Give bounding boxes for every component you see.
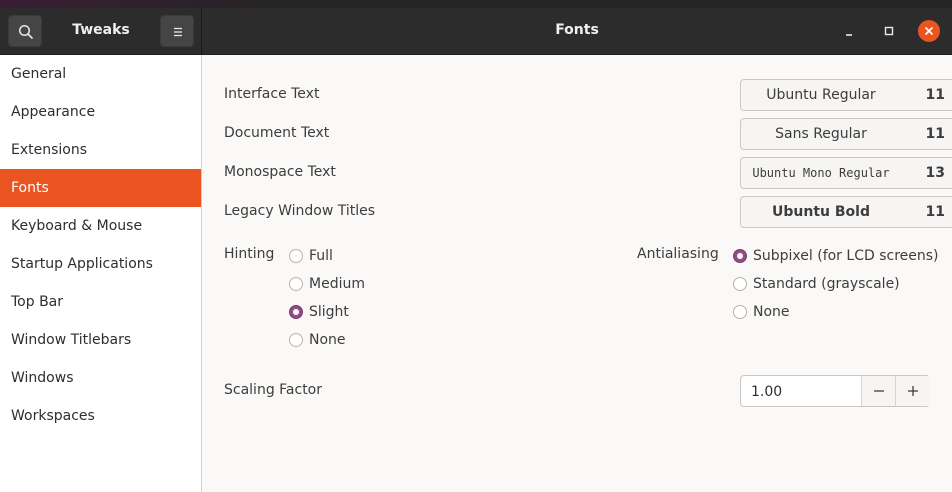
minimize-icon xyxy=(846,34,852,36)
interface-font-size: 11 xyxy=(925,87,945,103)
sidebar-item-top-bar[interactable]: Top Bar xyxy=(0,283,201,321)
header-sidebar-section: Tweaks xyxy=(0,8,202,54)
search-icon xyxy=(18,24,33,39)
maximize-icon xyxy=(884,26,894,36)
minimize-button[interactable] xyxy=(838,20,860,42)
radio-indicator-checked xyxy=(733,249,747,263)
scaling-factor-spinbutton xyxy=(740,375,930,407)
hinting-none-radio[interactable]: None xyxy=(289,332,346,348)
hinting-full-radio[interactable]: Full xyxy=(289,248,333,264)
document-font-name: Sans Regular xyxy=(775,126,867,142)
search-button[interactable] xyxy=(8,15,42,47)
sidebar-item-fonts[interactable]: Fonts xyxy=(0,169,201,207)
legacy-font-size: 11 xyxy=(925,204,945,220)
radio-label: Standard (grayscale) xyxy=(753,276,900,292)
antialiasing-label: Antialiasing xyxy=(637,246,719,262)
radio-indicator xyxy=(289,277,303,291)
antialiasing-none-radio[interactable]: None xyxy=(733,304,790,320)
fonts-panel: Interface Text Ubuntu Regular 11 Documen… xyxy=(202,55,952,492)
hamburger-menu-icon xyxy=(174,27,182,37)
radio-indicator-checked xyxy=(289,305,303,319)
tweaks-window: Tweaks Fonts General Appearance Extensio… xyxy=(0,0,952,492)
radio-label: None xyxy=(753,304,790,320)
radio-indicator xyxy=(289,249,303,263)
legacy-font-button[interactable]: Ubuntu Bold 11 xyxy=(740,196,952,228)
radio-label: Slight xyxy=(309,304,349,320)
legacy-font-name: Ubuntu Bold xyxy=(772,204,870,220)
sidebar-item-extensions[interactable]: Extensions xyxy=(0,131,201,169)
interface-font-button[interactable]: Ubuntu Regular 11 xyxy=(740,79,952,111)
radio-label: Full xyxy=(309,248,333,264)
radio-indicator xyxy=(733,305,747,319)
radio-label: Medium xyxy=(309,276,365,292)
decrement-button[interactable] xyxy=(861,376,896,406)
sidebar-item-keyboard-mouse[interactable]: Keyboard & Mouse xyxy=(0,207,201,245)
document-font-size: 11 xyxy=(925,126,945,142)
close-icon xyxy=(924,26,934,36)
desktop-edge xyxy=(0,0,952,8)
radio-label: None xyxy=(309,332,346,348)
monospace-font-size: 13 xyxy=(925,165,945,181)
sidebar-item-workspaces[interactable]: Workspaces xyxy=(0,397,201,435)
sidebar-item-window-titlebars[interactable]: Window Titlebars xyxy=(0,321,201,359)
increment-button[interactable] xyxy=(895,376,930,406)
plus-icon xyxy=(908,386,918,396)
document-text-label: Document Text xyxy=(224,125,330,141)
antialiasing-standard-radio[interactable]: Standard (grayscale) xyxy=(733,276,900,292)
app-title: Tweaks xyxy=(72,22,130,38)
interface-font-name: Ubuntu Regular xyxy=(766,87,876,103)
scaling-factor-label: Scaling Factor xyxy=(224,382,323,398)
antialiasing-subpixel-radio[interactable]: Subpixel (for LCD screens) xyxy=(733,248,939,264)
monospace-font-button[interactable]: Ubuntu Mono Regular 13 xyxy=(740,157,952,189)
sidebar: General Appearance Extensions Fonts Keyb… xyxy=(0,55,202,492)
scaling-factor-input[interactable] xyxy=(749,381,853,403)
sidebar-item-startup-applications[interactable]: Startup Applications xyxy=(0,245,201,283)
monospace-font-name: Ubuntu Mono Regular xyxy=(752,166,890,180)
minus-icon xyxy=(874,390,884,392)
hinting-label: Hinting xyxy=(224,246,275,262)
sidebar-item-appearance[interactable]: Appearance xyxy=(0,93,201,131)
header-bar: Tweaks Fonts xyxy=(0,8,952,55)
legacy-titles-label: Legacy Window Titles xyxy=(224,203,376,219)
monospace-text-label: Monospace Text xyxy=(224,164,336,180)
radio-label: Subpixel (for LCD screens) xyxy=(753,248,939,264)
interface-text-label: Interface Text xyxy=(224,86,320,102)
close-button[interactable] xyxy=(918,20,940,42)
menu-button[interactable] xyxy=(160,15,194,47)
radio-indicator xyxy=(289,333,303,347)
hinting-slight-radio[interactable]: Slight xyxy=(289,304,349,320)
radio-indicator xyxy=(733,277,747,291)
sidebar-item-windows[interactable]: Windows xyxy=(0,359,201,397)
sidebar-item-general[interactable]: General xyxy=(0,55,201,93)
document-font-button[interactable]: Sans Regular 11 xyxy=(740,118,952,150)
maximize-button[interactable] xyxy=(878,20,900,42)
hinting-medium-radio[interactable]: Medium xyxy=(289,276,365,292)
